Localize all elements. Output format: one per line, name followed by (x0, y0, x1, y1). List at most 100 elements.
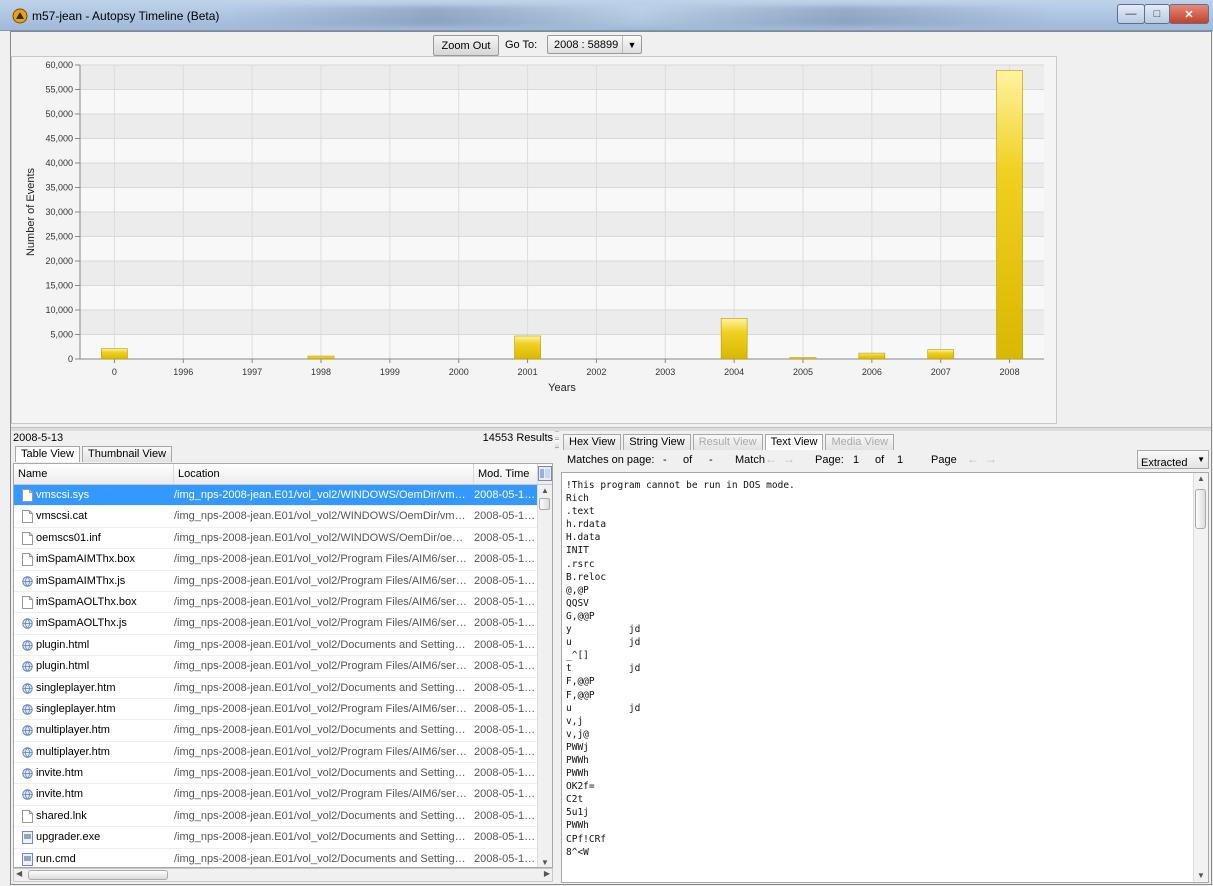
tab-thumbnail-view[interactable]: Thumbnail View (82, 446, 173, 462)
scroll-up-icon[interactable]: ▲ (1194, 473, 1208, 485)
row-file-name: plugin.html (36, 638, 90, 651)
table-row[interactable]: invite.htm/img_nps-2008-jean.E01/vol_vol… (14, 763, 540, 785)
executable-file-icon (22, 852, 33, 866)
maximize-icon: □ (1153, 8, 1161, 20)
table-row[interactable]: vmscsi.cat/img_nps-2008-jean.E01/vol_vol… (14, 506, 540, 528)
column-chooser-icon[interactable] (538, 466, 552, 481)
close-button[interactable]: ✕ (1169, 4, 1209, 24)
text-line: CPf!CRf (566, 833, 607, 845)
table-row[interactable]: plugin.html/img_nps-2008-jean.E01/vol_vo… (14, 656, 540, 678)
y-tick-label: 20,000 (45, 256, 73, 266)
table-vertical-scrollbar[interactable]: ▲ ▼ (537, 485, 552, 867)
table-scroll-thumb[interactable] (539, 498, 550, 510)
column-mod-time[interactable]: Mod. Time (474, 464, 538, 484)
row-location: /img_nps-2008-jean.E01/vol_vol2/Document… (174, 724, 470, 737)
row-file-name: plugin.html (36, 660, 90, 673)
table-row[interactable]: upgrader.exe/img_nps-2008-jean.E01/vol_v… (14, 827, 540, 849)
table-row[interactable]: oemscs01.inf/img_nps-2008-jean.E01/vol_v… (14, 528, 540, 550)
x-tick-label: 2006 (862, 367, 882, 377)
column-name[interactable]: Name (14, 464, 174, 484)
goto-select[interactable]: 2008 : 58899 ▼ (547, 35, 642, 54)
text-line: F,@@P (566, 689, 595, 701)
text-line: .text (566, 506, 595, 518)
row-mod-time: 2008-05-13 09: (474, 767, 540, 780)
timeline-toolbar: Zoom Out Go To: 2008 : 58899 ▼ (11, 32, 1211, 56)
executable-file-icon (22, 831, 33, 845)
zoom-out-button[interactable]: Zoom Out (433, 35, 499, 56)
table-row[interactable]: run.cmd/img_nps-2008-jean.E01/vol_vol2/D… (14, 849, 540, 867)
file-icon (22, 489, 33, 502)
row-location: /img_nps-2008-jean.E01/vol_vol2/WINDOWS/… (174, 531, 470, 544)
row-file-name: singleplayer.htm (36, 681, 116, 694)
previous-page-icon[interactable]: ← (967, 452, 979, 466)
table-hscroll-thumb[interactable] (28, 870, 168, 880)
table-row[interactable]: singleplayer.htm/img_nps-2008-jean.E01/v… (14, 699, 540, 721)
text-scroll-thumb[interactable] (1195, 489, 1206, 529)
row-file-name: shared.lnk (36, 809, 87, 822)
table-row[interactable]: vmscsi.sys/img_nps-2008-jean.E01/vol_vol… (14, 485, 540, 507)
row-mod-time: 2008-05-13 14: (474, 852, 540, 865)
y-tick-label: 30,000 (45, 207, 73, 217)
title-bar[interactable]: m57-jean - Autopsy Timeline (Beta) — □ ✕ (0, 0, 1213, 31)
text-vertical-scrollbar[interactable]: ▲ ▼ (1193, 473, 1208, 882)
table-row[interactable]: plugin.html/img_nps-2008-jean.E01/vol_vo… (14, 635, 540, 657)
next-match-icon[interactable]: → (783, 452, 795, 466)
bar-2005 (789, 357, 817, 360)
table-row[interactable]: singleplayer.htm/img_nps-2008-jean.E01/v… (14, 678, 540, 699)
scroll-down-icon[interactable]: ▼ (538, 857, 552, 867)
scroll-up-icon[interactable]: ▲ (538, 485, 552, 497)
text-search-bar: Matches on page: - of - Match ← → Page: … (563, 450, 1209, 486)
scroll-right-icon[interactable]: ▶ (544, 869, 550, 878)
y-tick-label: 10,000 (45, 305, 73, 315)
table-row[interactable]: imSpamAIMThx.box/img_nps-2008-jean.E01/v… (14, 549, 540, 571)
maximize-button[interactable]: □ (1144, 4, 1170, 24)
table-row[interactable]: shared.lnk/img_nps-2008-jean.E01/vol_vol… (14, 806, 540, 828)
scroll-left-icon[interactable]: ◀ (16, 869, 22, 878)
tab-string-view[interactable]: String View (623, 434, 691, 450)
x-tick-label: 1998 (311, 367, 331, 377)
table-row[interactable]: multiplayer.htm/img_nps-2008-jean.E01/vo… (14, 742, 540, 764)
tab-hex-view[interactable]: Hex View (563, 434, 622, 450)
table-row[interactable]: imSpamAIMThx.js/img_nps-2008-jean.E01/vo… (14, 571, 540, 592)
events-bar-chart[interactable]: 0 5,000 10,000 15,000 20,000 25,000 30,000 35,0… (12, 57, 1058, 413)
x-tick-label: 1996 (173, 367, 193, 377)
results-date: 2008-5-13 (13, 432, 64, 444)
extracted-text-area[interactable]: !This program cannot be run in DOS mode.… (561, 472, 1209, 883)
tab-table-view[interactable]: Table View (15, 446, 80, 462)
row-location: /img_nps-2008-jean.E01/vol_vol2/Document… (174, 831, 470, 844)
timeline-chart[interactable]: 0 5,000 10,000 15,000 20,000 25,000 30,000 35,0… (11, 56, 1058, 449)
row-mod-time: 2008-05-13 08: (474, 681, 540, 694)
row-location: /img_nps-2008-jean.E01/vol_vol2/Program … (174, 702, 470, 715)
grid-band (80, 261, 1044, 286)
row-location: /img_nps-2008-jean.E01/vol_vol2/Program … (174, 553, 470, 566)
row-mod-time: 2008-05-13 07: (474, 595, 540, 608)
previous-match-icon[interactable]: ← (765, 452, 777, 466)
table-row[interactable]: imSpamAOLThx.box/img_nps-2008-jean.E01/v… (14, 592, 540, 614)
x-tick-label: 2004 (724, 367, 744, 377)
extracted-text-dropdown[interactable]: Extracted Text ▼ (1137, 450, 1209, 486)
table-row[interactable]: invite.htm/img_nps-2008-jean.E01/vol_vol… (14, 784, 540, 806)
grid-band (80, 114, 1044, 139)
table-row[interactable]: multiplayer.htm/img_nps-2008-jean.E01/vo… (14, 720, 540, 742)
extracted-text-content: !This program cannot be run in DOS mode.… (566, 479, 795, 859)
web-file-icon (22, 661, 33, 672)
column-location[interactable]: Location (174, 464, 474, 484)
row-location: /img_nps-2008-jean.E01/vol_vol2/Program … (174, 574, 470, 587)
x-tick-label: 2000 (449, 367, 469, 377)
table-row[interactable]: imSpamAOLThx.js/img_nps-2008-jean.E01/vo… (14, 613, 540, 635)
tab-text-view[interactable]: Text View (764, 434, 824, 450)
x-tick-label: 2008 (1000, 367, 1020, 377)
row-mod-time: 2008-05-13 14: (474, 809, 540, 822)
scroll-down-icon[interactable]: ▼ (1194, 870, 1208, 882)
matches-of-label: of (683, 454, 693, 466)
row-mod-time: 2008-05-13 08: (474, 638, 540, 651)
table-horizontal-scrollbar[interactable]: ◀ ▶ (13, 868, 553, 882)
minimize-button[interactable]: — (1117, 4, 1145, 24)
web-file-icon (22, 725, 33, 737)
next-page-icon[interactable]: → (985, 452, 997, 466)
tab-media-view: Media View (825, 434, 895, 450)
x-tick-label: 2005 (793, 367, 813, 377)
text-line: PWWh (566, 768, 589, 780)
y-tick-label: 15,000 (45, 281, 73, 291)
table-body: vmscsi.sys/img_nps-2008-jean.E01/vol_vol… (14, 485, 540, 867)
